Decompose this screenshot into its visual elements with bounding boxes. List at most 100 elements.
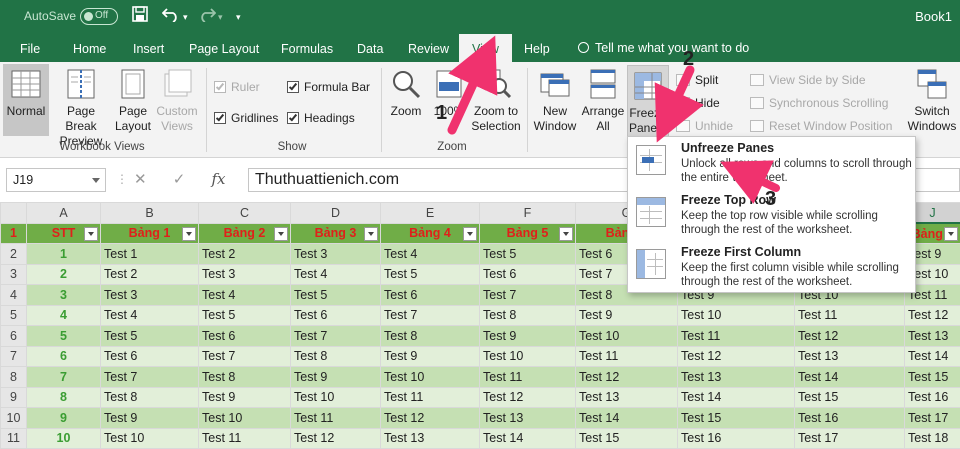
zoom-to-selection-button[interactable]: Zoom to Selection [468, 64, 524, 136]
ruler-checkbox[interactable]: Ruler [214, 79, 260, 94]
column-header-c[interactable]: C [198, 202, 291, 224]
grid-cell[interactable]: Test 15 [904, 366, 960, 388]
grid-cell[interactable]: Test 10 [677, 304, 795, 326]
grid-cell[interactable]: 9 [26, 407, 101, 429]
grid-cell[interactable]: Test 15 [677, 407, 795, 429]
row-header[interactable]: 5 [0, 304, 27, 326]
new-window-button[interactable]: New Window [530, 64, 580, 136]
grid-cell[interactable]: Test 6 [100, 345, 199, 367]
filter-dropdown-icon[interactable] [274, 226, 288, 241]
column-header-e[interactable]: E [380, 202, 480, 224]
grid-cell[interactable]: Test 1 [100, 243, 199, 265]
filter-dropdown-icon[interactable] [463, 226, 477, 241]
column-header-a[interactable]: A [26, 202, 101, 224]
tab-data[interactable]: Data [357, 42, 383, 56]
enter-icon[interactable]: ✓ [173, 171, 186, 188]
undo-icon[interactable] [161, 6, 180, 26]
row-header[interactable]: 9 [0, 386, 27, 408]
gridlines-checkbox[interactable]: Gridlines [214, 110, 278, 125]
grid-cell[interactable]: Test 12 [479, 386, 576, 408]
grid-cell[interactable]: 5 [26, 325, 101, 347]
grid-cell[interactable]: Test 10 [380, 366, 480, 388]
grid-cell[interactable]: Test 9 [198, 386, 291, 408]
grid-cell[interactable]: Test 7 [198, 345, 291, 367]
grid-cell[interactable]: 8 [26, 386, 101, 408]
grid-cell[interactable]: Test 13 [575, 386, 678, 408]
tab-view[interactable]: View [459, 34, 512, 62]
tab-insert[interactable]: Insert [133, 42, 164, 56]
grid-cell[interactable]: 3 [26, 284, 101, 306]
grid-cell[interactable]: Test 8 [198, 366, 291, 388]
grid-cell[interactable]: Test 15 [575, 427, 678, 449]
grid-cell[interactable]: Test 7 [100, 366, 199, 388]
filter-dropdown-icon[interactable] [944, 227, 958, 241]
row-header[interactable]: 10 [0, 407, 27, 429]
grid-cell[interactable]: Test 10 [198, 407, 291, 429]
grid-cell[interactable]: 2 [26, 263, 101, 285]
unfreeze-panes-item[interactable]: Unfreeze Panes Unlock all rows and colum… [628, 137, 915, 187]
grid-cell[interactable]: Test 4 [380, 243, 480, 265]
page-break-preview-button[interactable]: Page Break Preview [50, 64, 112, 148]
redo-icon[interactable] [198, 6, 217, 26]
tab-help[interactable]: Help [524, 42, 550, 56]
grid-cell[interactable]: Test 8 [479, 304, 576, 326]
grid-cell[interactable]: 1 [26, 243, 101, 265]
grid-cell[interactable]: Test 10 [479, 345, 576, 367]
redo-dropdown-icon[interactable]: ▾ [218, 12, 223, 23]
autosave-toggle[interactable]: Off [80, 8, 118, 25]
grid-cell[interactable]: Test 11 [198, 427, 291, 449]
cancel-icon[interactable]: ✕ [134, 171, 147, 188]
filter-dropdown-icon[interactable] [559, 226, 573, 241]
grid-cell[interactable]: Test 6 [380, 284, 480, 306]
row-header[interactable]: 8 [0, 366, 27, 388]
filter-dropdown-icon[interactable] [364, 226, 378, 241]
grid-cell[interactable]: Test 6 [198, 325, 291, 347]
table-header-cell[interactable]: Bảng 5 [479, 222, 576, 244]
grid-cell[interactable]: Test 2 [100, 263, 199, 285]
grid-cell[interactable]: Test 12 [794, 325, 905, 347]
grid-cell[interactable]: Test 3 [198, 263, 291, 285]
grid-cell[interactable]: Test 6 [479, 263, 576, 285]
grid-cell[interactable]: Test 3 [290, 243, 381, 265]
grid-cell[interactable]: Test 11 [479, 366, 576, 388]
row-header[interactable]: 2 [0, 243, 27, 265]
view-side-by-side-button[interactable]: View Side by Side [750, 72, 866, 87]
grid-cell[interactable]: Test 9 [380, 345, 480, 367]
tab-page-layout[interactable]: Page Layout [189, 42, 259, 56]
column-header-d[interactable]: D [290, 202, 381, 224]
grid-cell[interactable]: 7 [26, 366, 101, 388]
grid-cell[interactable]: Test 9 [575, 304, 678, 326]
grid-cell[interactable]: Test 3 [100, 284, 199, 306]
grid-cell[interactable]: Test 11 [575, 345, 678, 367]
grid-cell[interactable]: Test 7 [380, 304, 480, 326]
grid-cell[interactable]: Test 9 [479, 325, 576, 347]
grid-cell[interactable]: Test 10 [100, 427, 199, 449]
table-header-cell[interactable]: Bảng 4 [380, 222, 480, 244]
grid-cell[interactable]: Test 5 [198, 304, 291, 326]
tell-me-search[interactable]: Tell me what you want to do [578, 41, 749, 55]
table-header-cell[interactable]: Bảng 2 [198, 222, 291, 244]
grid-cell[interactable]: 6 [26, 345, 101, 367]
grid-cell[interactable]: Test 16 [677, 427, 795, 449]
name-box[interactable]: J19 [6, 168, 106, 192]
grid-cell[interactable]: Test 8 [380, 325, 480, 347]
grid-cell[interactable]: 10 [26, 427, 101, 449]
switch-windows-button[interactable]: Switch Windows [904, 64, 960, 136]
grid-cell[interactable]: Test 11 [380, 386, 480, 408]
save-icon[interactable] [132, 6, 148, 26]
grid-cell[interactable]: Test 16 [904, 386, 960, 408]
grid-cell[interactable]: Test 7 [479, 284, 576, 306]
grid-cell[interactable]: Test 13 [677, 366, 795, 388]
filter-dropdown-icon[interactable] [84, 226, 98, 241]
grid-cell[interactable]: Test 14 [794, 366, 905, 388]
grid-cell[interactable]: Test 4 [100, 304, 199, 326]
row-header[interactable]: 3 [0, 263, 27, 285]
grid-cell[interactable]: Test 13 [794, 345, 905, 367]
tab-home[interactable]: Home [73, 42, 106, 56]
grid-cell[interactable]: Test 13 [380, 427, 480, 449]
freeze-first-column-item[interactable]: Freeze First Column Keep the first colum… [628, 241, 915, 291]
headings-checkbox[interactable]: Headings [287, 110, 355, 125]
zoom-100-button[interactable]: 100% [431, 64, 467, 136]
filter-dropdown-icon[interactable] [182, 226, 196, 241]
page-layout-view-button[interactable]: Page Layout [113, 64, 153, 136]
